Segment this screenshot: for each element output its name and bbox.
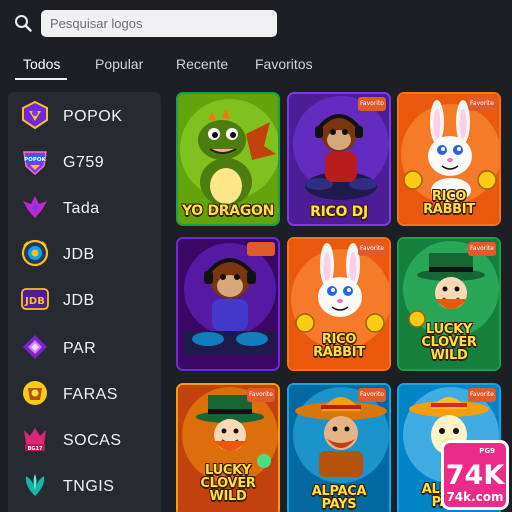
favorite-badge[interactable]: Favorito	[358, 97, 386, 111]
brand-watermark-logo: PG9 74K 74k.com	[441, 440, 509, 510]
sidebar-item-label: Tada	[63, 200, 100, 217]
favorite-badge[interactable]: Favorite	[468, 97, 496, 111]
sidebar-item-tngis[interactable]: TNGIS	[8, 466, 161, 506]
svg-text:BG17: BG17	[28, 446, 43, 452]
game-card-rico-rabbit[interactable]: Favorite RICO RABBIT	[397, 92, 501, 226]
game-card-yo-dragon[interactable]: YO DRAGON	[176, 92, 280, 226]
game-title: RICO RABBIT	[313, 332, 365, 360]
sidebar-item-jdb-1[interactable]: JDB	[8, 234, 161, 274]
game-title: ALPACA PAYS	[311, 484, 367, 512]
popok-logo-icon	[22, 100, 48, 130]
game-title: RICO RABBIT	[423, 189, 475, 217]
sidebar-item-label: JDB	[63, 292, 95, 309]
sidebar-item-label: G759	[63, 154, 105, 171]
game-title: LUCKY CLOVER WILD	[421, 322, 477, 363]
sidebar-item-label: SOCAS	[63, 432, 122, 449]
provider-sidebar: POPOK POPOK G759 Tada JDB JDB JDB PAR FA…	[8, 92, 161, 512]
tada-logo-icon	[23, 196, 47, 218]
tab-todos[interactable]: Todos	[23, 56, 60, 72]
brand-logo-icon: PG9 74K 74k.com	[441, 440, 509, 510]
sidebar-item-tada[interactable]: Tada	[8, 188, 161, 228]
dj-monkey-character-icon	[178, 239, 278, 369]
game-card-lucky-clover-wild[interactable]: Favorite LUCKY CLOVER WILD	[397, 237, 501, 371]
socas-logo-icon: BG17	[24, 428, 46, 452]
faras-logo-icon	[23, 381, 47, 405]
g759-logo-icon: POPOK	[23, 151, 47, 176]
filter-tabs: Todos Popular Recente Favoritos	[0, 52, 340, 82]
sidebar-item-g759[interactable]: POPOK G759	[8, 142, 161, 182]
tab-popular[interactable]: Popular	[95, 56, 143, 72]
active-tab-indicator	[15, 78, 67, 80]
tab-favoritos[interactable]: Favoritos	[255, 56, 313, 72]
tab-recente[interactable]: Recente	[176, 56, 228, 72]
sidebar-item-label: JDB	[63, 246, 95, 263]
search-input[interactable]	[41, 10, 277, 37]
svg-text:PG9: PG9	[479, 447, 495, 455]
sidebar-item-label: TNGIS	[63, 478, 115, 495]
sidebar-item-label: POPOK	[63, 108, 123, 125]
favorite-badge[interactable]: Favorito	[358, 388, 386, 402]
game-card-rico-rabbit-2[interactable]: Favorite RICO RABBIT	[287, 237, 391, 371]
svg-text:74k.com: 74k.com	[446, 490, 503, 504]
sidebar-item-par[interactable]: PAR	[8, 328, 161, 368]
svg-text:74K: 74K	[446, 460, 506, 491]
game-card-rico-dj[interactable]: Favorito RICO DJ	[287, 92, 391, 226]
favorite-badge[interactable]: Favorite	[468, 242, 496, 256]
sidebar-item-socas[interactable]: BG17 SOCAS	[8, 420, 161, 460]
search-icon[interactable]	[14, 14, 32, 32]
sidebar-item-label: FARAS	[63, 386, 118, 403]
game-title: LUCKY CLOVER WILD	[200, 463, 256, 504]
favorite-badge[interactable]: Favorite	[358, 242, 386, 256]
tngis-logo-icon	[25, 474, 45, 496]
svg-text:JDB: JDB	[24, 296, 45, 307]
par-logo-icon	[23, 335, 47, 359]
sidebar-item-jdb-2[interactable]: JDB JDB	[8, 280, 161, 320]
game-card-alpaca-pays[interactable]: Favorito ALPACA PAYS	[287, 383, 391, 512]
favorite-badge[interactable]	[247, 242, 275, 256]
sidebar-item-popok[interactable]: POPOK	[8, 96, 161, 136]
game-title: RICO DJ	[310, 204, 368, 220]
game-card-lucky-clover-wild-2[interactable]: Favorite LUCKY CLOVER WILD	[176, 383, 280, 512]
sidebar-item-label: PAR	[63, 340, 97, 357]
game-card-dj-monkey[interactable]	[176, 237, 280, 371]
svg-text:POPOK: POPOK	[24, 157, 46, 163]
jdb-text-logo-icon: JDB	[21, 288, 49, 310]
favorite-badge[interactable]: Favorite	[468, 388, 496, 402]
favorite-badge[interactable]: Favorite	[247, 388, 275, 402]
game-title: YO DRAGON	[181, 203, 275, 219]
sidebar-item-faras[interactable]: FARAS	[8, 374, 161, 414]
jdb-badge-logo-icon	[21, 239, 49, 267]
